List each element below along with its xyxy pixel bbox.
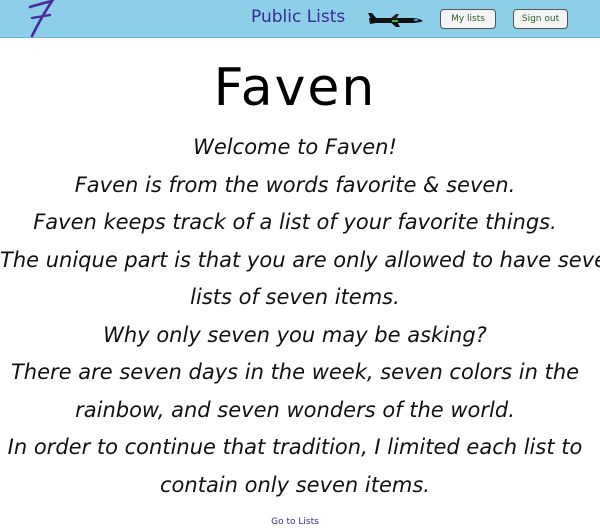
intro-line: The unique part is that you are only all… [0, 247, 600, 272]
go-to-lists-link[interactable]: Go to Lists [0, 517, 590, 527]
intro-line: rainbow, and seven wonders of the world. [75, 397, 515, 422]
intro-line: There are seven days in the week, seven … [10, 360, 580, 384]
seven-logo-icon[interactable] [26, 0, 56, 40]
airplane-icon [368, 13, 423, 27]
my-lists-button[interactable]: My lists [440, 9, 496, 29]
nav-title[interactable]: Public Lists [251, 7, 345, 27]
intro-paragraph: Welcome to Faven! Faven is from the word… [0, 129, 600, 504]
intro-line: lists of seven items. [190, 285, 400, 309]
page: Public Lists My lists Sign out Faven Wel… [0, 0, 600, 532]
intro-line: Faven keeps track of a list of your favo… [33, 210, 557, 234]
sign-out-button[interactable]: Sign out [513, 9, 568, 29]
intro-line: Faven is from the words favorite & seven… [74, 172, 516, 197]
intro-line: In order to continue that tradition, I l… [7, 435, 583, 459]
intro-line: Why only seven you may be asking? [103, 322, 487, 347]
navbar: Public Lists My lists Sign out [0, 0, 600, 38]
intro-line: contain only seven items. [160, 472, 430, 497]
page-title: Faven [213, 58, 377, 118]
intro-line: Welcome to Faven! [193, 135, 397, 159]
